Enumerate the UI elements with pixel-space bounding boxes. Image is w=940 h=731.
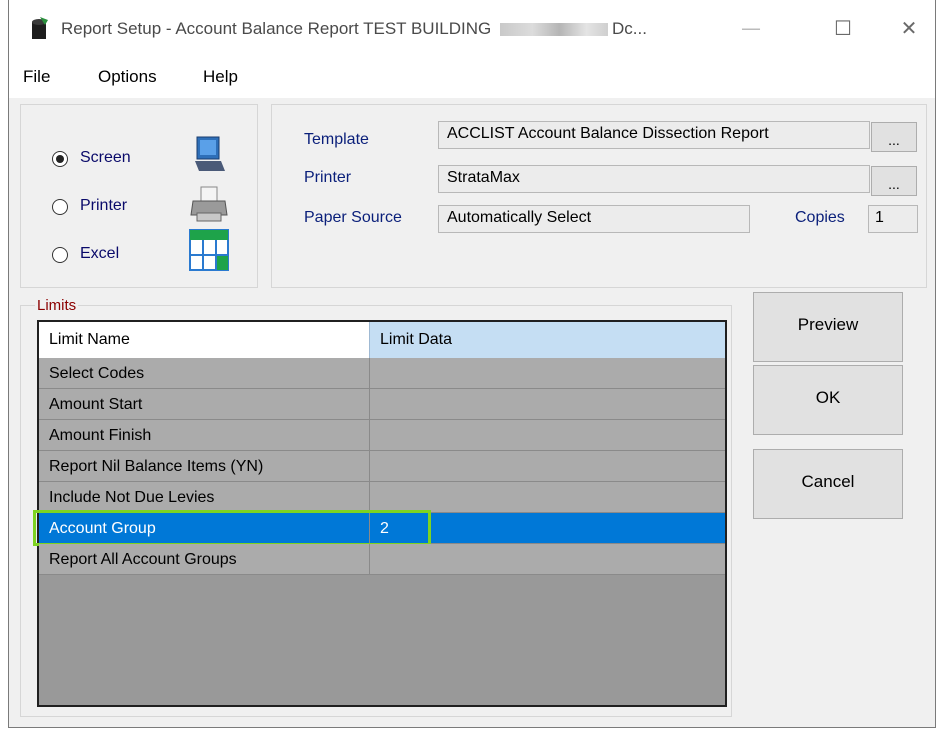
- limit-name-cell[interactable]: Amount Start: [39, 389, 369, 420]
- redacted-text: [499, 23, 608, 37]
- limit-name-cell[interactable]: Amount Finish: [39, 420, 369, 451]
- header-limit-data[interactable]: Limit Data: [369, 322, 725, 358]
- database-icon: [32, 17, 48, 39]
- maximize-icon: ☐: [834, 16, 852, 40]
- cancel-button[interactable]: Cancel: [753, 449, 903, 519]
- close-button[interactable]: ✕: [889, 10, 929, 46]
- title-bar: Report Setup - Account Balance Report TE…: [9, 0, 935, 58]
- table-row[interactable]: Amount Finish: [39, 420, 725, 451]
- printer-icon: [190, 186, 228, 222]
- paper-source-field[interactable]: Automatically Select: [438, 205, 750, 233]
- printer-label[interactable]: Printer: [80, 197, 127, 215]
- printer-radio[interactable]: [52, 199, 68, 215]
- ok-button[interactable]: OK: [753, 365, 903, 435]
- copies-label: Copies: [795, 209, 845, 226]
- limit-data-cell[interactable]: [369, 358, 725, 389]
- table-row[interactable]: Account Group 2: [39, 513, 725, 544]
- template-label: Template: [304, 131, 369, 148]
- maximize-button[interactable]: ☐: [823, 10, 863, 46]
- menu-help[interactable]: Help: [203, 67, 238, 87]
- limit-name-cell[interactable]: Account Group: [39, 513, 369, 544]
- limits-legend: Limits: [35, 297, 79, 314]
- excel-radio[interactable]: [52, 247, 68, 263]
- close-icon: ✕: [900, 16, 918, 40]
- limit-data-cell[interactable]: [369, 544, 725, 575]
- window-title-main: Report Setup - Account Balance Report TE…: [61, 19, 492, 38]
- preview-button[interactable]: Preview: [753, 292, 903, 362]
- header-limit-name[interactable]: Limit Name: [39, 322, 369, 358]
- limit-data-cell[interactable]: [369, 451, 725, 482]
- table-row[interactable]: Select Codes: [39, 358, 725, 389]
- table-row[interactable]: Report All Account Groups: [39, 544, 725, 575]
- limit-name-cell[interactable]: Report Nil Balance Items (YN): [39, 451, 369, 482]
- template-browse-button[interactable]: ...: [871, 122, 917, 152]
- output-destination-group: Screen Printer Excel: [20, 104, 258, 288]
- window-title-suffix: Dc...: [611, 19, 647, 38]
- paper-source-label: Paper Source: [304, 209, 402, 226]
- window-title: Report Setup - Account Balance Report TE…: [61, 19, 647, 39]
- minimize-button[interactable]: —: [731, 10, 771, 46]
- monitor-icon: [195, 136, 225, 171]
- menu-options[interactable]: Options: [98, 67, 157, 87]
- template-field[interactable]: ACCLIST Account Balance Dissection Repor…: [438, 121, 870, 149]
- table-row[interactable]: Include Not Due Levies: [39, 482, 725, 513]
- spreadsheet-icon: [189, 229, 229, 271]
- copies-field[interactable]: 1: [868, 205, 918, 233]
- grid-header: Limit Name Limit Data: [39, 322, 725, 358]
- screen-radio[interactable]: [52, 151, 68, 167]
- printer-setting-label: Printer: [304, 169, 352, 186]
- limit-data-cell[interactable]: [369, 420, 725, 451]
- minimize-icon: —: [741, 16, 761, 40]
- excel-label[interactable]: Excel: [80, 245, 119, 263]
- table-row[interactable]: Report Nil Balance Items (YN): [39, 451, 725, 482]
- limit-name-cell[interactable]: Include Not Due Levies: [39, 482, 369, 513]
- menu-file[interactable]: File: [23, 67, 50, 87]
- table-row[interactable]: Amount Start: [39, 389, 725, 420]
- limit-name-cell[interactable]: Report All Account Groups: [39, 544, 369, 575]
- screen-label[interactable]: Screen: [80, 149, 131, 167]
- menu-bar: File Options Help: [9, 58, 935, 98]
- printer-field[interactable]: StrataMax: [438, 165, 870, 193]
- limits-grid[interactable]: Limit Name Limit Data Select Codes Amount…: [33, 320, 727, 707]
- report-setup-window: Report Setup - Account Balance Report TE…: [8, 0, 936, 728]
- report-settings-group: Template ACCLIST Account Balance Dissect…: [271, 104, 927, 288]
- limit-data-cell[interactable]: [369, 389, 725, 420]
- printer-browse-button[interactable]: ...: [871, 166, 917, 196]
- limit-name-cell[interactable]: Select Codes: [39, 358, 369, 389]
- limit-data-cell[interactable]: 2: [369, 513, 725, 544]
- limit-data-cell[interactable]: [369, 482, 725, 513]
